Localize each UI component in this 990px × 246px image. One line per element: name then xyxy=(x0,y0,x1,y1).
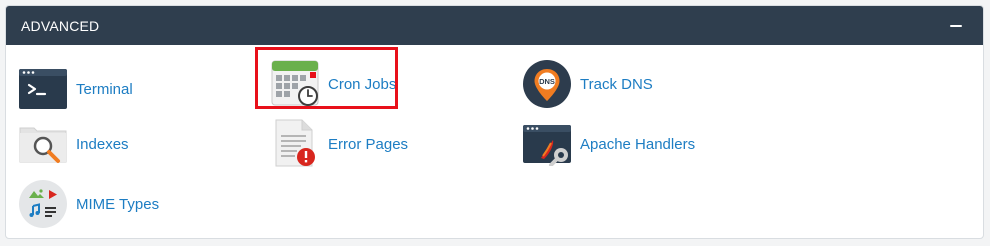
dns-badge-text: DNS xyxy=(539,77,555,86)
track-dns-link[interactable]: DNS Track DNS xyxy=(523,60,653,108)
terminal-label: Terminal xyxy=(76,80,133,98)
terminal-icon xyxy=(19,65,67,113)
terminal-link[interactable]: Terminal xyxy=(19,65,133,113)
error-pages-link[interactable]: Error Pages xyxy=(271,119,409,168)
folder-search-icon xyxy=(19,120,67,168)
error-pages-label: Error Pages xyxy=(328,135,409,153)
panel-header[interactable]: ADVANCED xyxy=(6,6,983,45)
track-dns-label: Track DNS xyxy=(580,75,653,93)
indexes-link[interactable]: Indexes xyxy=(19,120,129,168)
apache-handlers-link[interactable]: Apache Handlers xyxy=(523,120,695,168)
dns-pin-icon: DNS xyxy=(523,60,571,108)
window-wrench-icon xyxy=(523,120,571,168)
apache-handlers-label: Apache Handlers xyxy=(580,135,696,153)
error-document-icon xyxy=(271,119,319,168)
cron-jobs-highlight-box xyxy=(255,47,398,109)
section-title: ADVANCED xyxy=(21,17,100,34)
mime-types-link[interactable]: MIME Types xyxy=(19,180,159,228)
minus-icon xyxy=(950,24,962,27)
media-types-icon xyxy=(19,180,67,228)
collapse-button[interactable] xyxy=(949,19,963,33)
mime-types-label: MIME Types xyxy=(76,195,160,213)
indexes-label: Indexes xyxy=(76,135,129,153)
